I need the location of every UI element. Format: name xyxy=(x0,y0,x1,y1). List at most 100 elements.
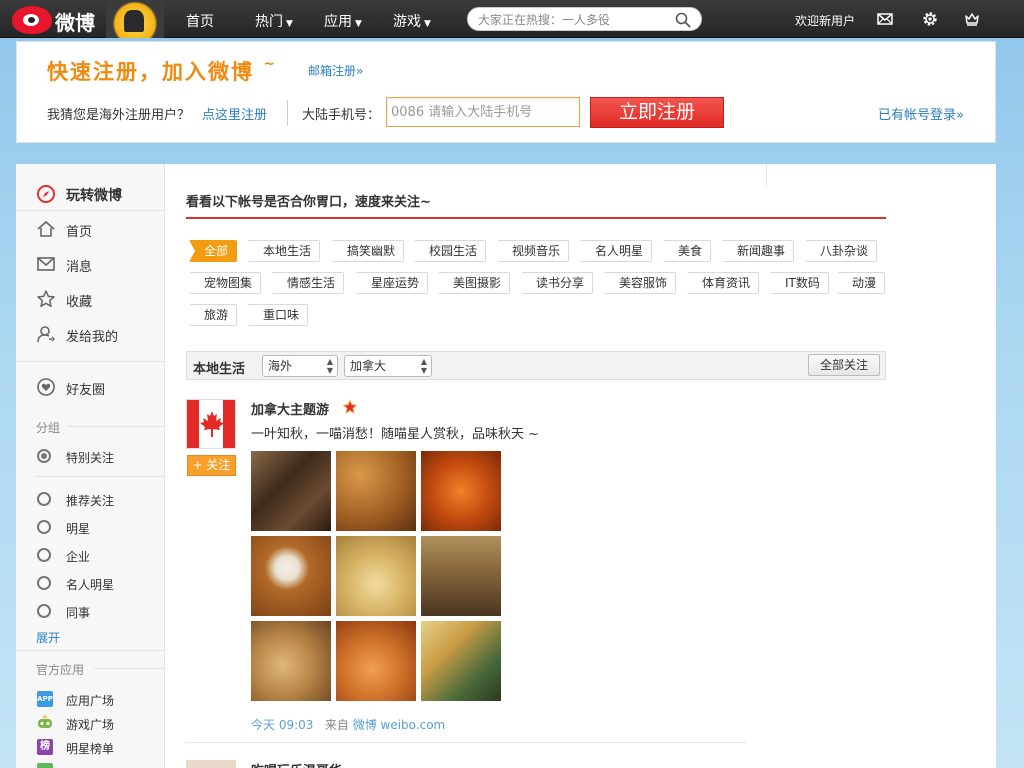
compass-icon xyxy=(37,185,55,203)
tag-item[interactable]: 情感生活 xyxy=(272,272,345,294)
tag-item[interactable]: 新闻趣事 xyxy=(722,240,795,262)
sidebar-item-label: 应用广场 xyxy=(66,694,115,708)
tag-item[interactable]: 重口味 xyxy=(248,304,309,326)
game-square-icon xyxy=(38,715,52,728)
avatar[interactable] xyxy=(186,760,236,768)
white-cat-leaves-photo[interactable] xyxy=(251,536,331,616)
weibo-logo[interactable]: 微博 xyxy=(8,2,164,38)
sidebar-item-label: 名人明星 xyxy=(66,578,115,592)
nav-games[interactable]: 游戏 ▼ xyxy=(393,11,431,31)
tag-item[interactable]: 星座运势 xyxy=(356,272,429,294)
expand-groups-link[interactable]: 展开 xyxy=(36,629,60,646)
tag-item[interactable]: 八卦杂谈 xyxy=(805,240,878,262)
maple-leaf-icon xyxy=(200,411,224,437)
region-select-1[interactable]: 海外 ▲ ▼ xyxy=(262,355,338,377)
oversea-question: 我猜您是海外注册用户？ xyxy=(47,108,191,123)
top-nav-bar: 微博 首页 热门▼ 应用▼ 游戏▼ 欢迎新用户 xyxy=(0,0,1024,38)
nav-hot-label: 热门 xyxy=(255,14,283,30)
tag-item[interactable]: 动漫 xyxy=(837,272,886,294)
sidebar-item-explore[interactable]: 玩转微博 xyxy=(16,177,165,211)
tabby-cat-photo[interactable] xyxy=(421,536,501,616)
recommend-content: 看看以下帐号是否合你胃口，速度来关注~ 全部 本地生活 搞笑幽默 校园生活 视频… xyxy=(186,164,886,768)
region-select-2[interactable]: 加拿大 ▲ ▼ xyxy=(344,355,432,377)
tag-item[interactable]: 宠物图集 xyxy=(189,272,262,294)
sidebar-item-messages[interactable]: 消息 xyxy=(16,247,165,281)
sidebar-item-favorites[interactable]: 收藏 xyxy=(16,282,165,316)
tag-item[interactable]: 校园生活 xyxy=(414,240,487,262)
updown-arrow-icon: ▲ ▼ xyxy=(420,357,427,375)
sidebar-item-label: 明星榜单 xyxy=(66,742,115,756)
filter-title: 本地生活 xyxy=(193,362,246,377)
register-title-suffix: ~ xyxy=(263,56,278,72)
left-sidebar: 玩转微博 首页 消息 收藏 发给我的 好友圈 分组 特别关注 推荐关注 明星 企… xyxy=(16,164,165,768)
gear-icon[interactable] xyxy=(921,10,939,28)
orange-cat-leaves-photo[interactable] xyxy=(421,451,501,531)
register-title: 快速注册，加入微博 ~ xyxy=(47,56,277,86)
from-label: 来自 xyxy=(324,718,349,732)
sidebar-app-item[interactable]: APP 应用广场 xyxy=(16,688,165,712)
app-icon xyxy=(37,763,53,768)
app-square-icon: APP xyxy=(37,691,53,707)
cat-sleeping-leaves-photo[interactable] xyxy=(251,621,331,701)
circle-icon xyxy=(37,520,51,534)
cat-window-sun-photo[interactable] xyxy=(421,621,501,701)
tag-item[interactable]: 美容服饰 xyxy=(604,272,677,294)
search-icon[interactable] xyxy=(675,12,691,28)
sidebar-item-label: 游戏广场 xyxy=(66,718,115,732)
feed-time-link[interactable]: 今天 09:03 xyxy=(251,718,313,732)
search-input[interactable] xyxy=(478,11,668,29)
tag-item[interactable]: 名人明星 xyxy=(580,240,653,262)
sidebar-item-label: 收藏 xyxy=(66,295,93,310)
nav-home[interactable]: 首页 xyxy=(186,11,214,31)
follow-all-button[interactable]: 全部关注 xyxy=(808,354,880,376)
sidebar-group-item[interactable]: 同事 xyxy=(16,600,165,624)
sidebar-app-item[interactable]: 游戏广场 xyxy=(16,712,165,736)
logo-text: 微博 xyxy=(55,11,95,35)
login-link[interactable]: 已有帐号登录» xyxy=(878,104,964,123)
tag-item[interactable]: 旅游 xyxy=(189,304,238,326)
sidebar-item-label: 明星 xyxy=(66,522,91,536)
sidebar-item-sent-to-me[interactable]: 发给我的 xyxy=(16,317,165,351)
mail-icon[interactable] xyxy=(876,10,894,28)
follow-button[interactable]: + 关注 xyxy=(187,455,236,476)
email-register-link[interactable]: 邮箱注册» xyxy=(308,62,363,79)
phone-input[interactable] xyxy=(386,97,580,127)
sidebar-item-friends-circle[interactable]: 好友圈 xyxy=(16,370,165,404)
kitten-leaves-photo[interactable] xyxy=(336,621,416,701)
feed-source-link[interactable]: 微博 weibo.com xyxy=(353,718,446,732)
welcome-text[interactable]: 欢迎新用户 xyxy=(795,12,855,29)
sidebar-group-item[interactable]: 推荐关注 xyxy=(16,488,165,512)
avatar[interactable] xyxy=(186,399,236,449)
nav-hot[interactable]: 热门 ▼ xyxy=(255,11,293,31)
updown-arrow-icon: ▲ ▼ xyxy=(326,357,333,375)
sidebar-item-special-follow[interactable]: 特别关注 xyxy=(16,445,165,469)
flag-band xyxy=(187,400,199,448)
tag-item[interactable]: 本地生活 xyxy=(248,240,321,262)
tag-item[interactable]: 搞笑幽默 xyxy=(332,240,405,262)
tag-item[interactable]: IT数码 xyxy=(770,272,829,294)
tag-item[interactable]: 美食 xyxy=(663,240,712,262)
register-now-button[interactable]: 立即注册 xyxy=(590,97,724,128)
sidebar-item-label: 好友圈 xyxy=(66,383,106,398)
tag-item[interactable]: 视频音乐 xyxy=(497,240,570,262)
cat-golden-leaves-photo[interactable] xyxy=(336,536,416,616)
sidebar-app-item[interactable]: 榜 明星榜单 xyxy=(16,736,165,760)
tag-item[interactable]: 读书分享 xyxy=(521,272,594,294)
sidebar-app-item[interactable] xyxy=(16,760,165,768)
leaves-cat-photo[interactable] xyxy=(336,451,416,531)
sidebar-group-item[interactable]: 企业 xyxy=(16,544,165,568)
tag-all[interactable]: 全部 xyxy=(189,240,238,262)
oversea-register-link[interactable]: 点这里注册 xyxy=(202,104,267,123)
crown-icon[interactable] xyxy=(963,10,981,28)
sidebar-group-item[interactable]: 名人明星 xyxy=(16,572,165,596)
nav-apps[interactable]: 应用 ▼ xyxy=(324,11,362,31)
tag-item[interactable]: 美图摄影 xyxy=(438,272,511,294)
feed-username[interactable]: 吃喝玩乐温哥华 xyxy=(251,760,342,768)
sidebar-group-item[interactable]: 明星 xyxy=(16,516,165,540)
tag-item[interactable]: 体育资讯 xyxy=(687,272,760,294)
cat-window-photo[interactable] xyxy=(251,451,331,531)
verified-star-icon xyxy=(343,400,357,414)
sidebar-item-label: 发给我的 xyxy=(66,330,119,345)
feed-username[interactable]: 加拿大主题游 xyxy=(251,399,329,418)
sidebar-item-home[interactable]: 首页 xyxy=(16,212,165,246)
